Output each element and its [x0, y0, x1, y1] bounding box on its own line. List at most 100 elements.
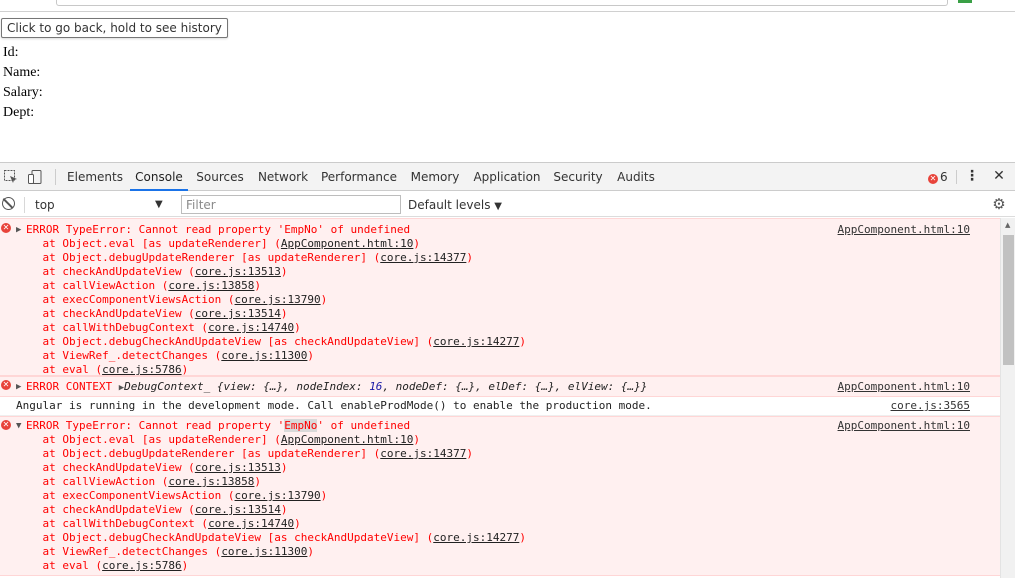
object-body: {view: {…}, nodeIndex: [210, 380, 370, 393]
context-selector[interactable]: top [30, 196, 170, 214]
tabbar-divider-right [956, 170, 957, 184]
tab-memory[interactable]: Memory [406, 163, 464, 191]
stack-frame-link[interactable]: core.js:14377 [380, 447, 466, 460]
stack-frame-text: ) [280, 265, 288, 278]
tab-security[interactable]: Security [551, 163, 605, 191]
stack-frame-link[interactable]: core.js:13514 [195, 503, 281, 516]
stack-frame-link[interactable]: core.js:14740 [208, 321, 294, 334]
filter-input[interactable] [181, 195, 401, 214]
more-options-icon[interactable]: ⋮ [965, 169, 979, 185]
tab-network[interactable]: Network [254, 163, 312, 191]
gear-icon[interactable]: ⚙ [991, 196, 1007, 212]
stack-frame-link[interactable]: core.js:14740 [208, 517, 294, 530]
stack-frame-link[interactable]: core.js:13513 [195, 265, 281, 278]
stack-frame-link[interactable]: core.js:13790 [235, 293, 321, 306]
tabbar-divider [55, 169, 56, 185]
toolbar-divider [24, 197, 25, 213]
extension-icon[interactable] [958, 0, 972, 3]
stack-frame: at checkAndUpdateView (core.js:13513) [0, 265, 1000, 279]
chevron-down-icon[interactable]: ▼ [155, 196, 163, 214]
stack-frame-text: at execComponentViewsAction ( [16, 293, 235, 306]
stack-frame: at callViewAction (core.js:13858) [0, 279, 1000, 293]
error-header-text: ' of undefined [317, 419, 411, 432]
tab-application[interactable]: Application [471, 163, 543, 191]
console-error-message-expanded[interactable]: ✕ ▼ ERROR TypeError: Cannot read propert… [0, 416, 1000, 576]
stack-frame-text: at checkAndUpdateView ( [16, 461, 195, 474]
scrollbar-thumb[interactable] [1003, 235, 1014, 365]
stack-frame: at eval (core.js:5786) [0, 363, 1000, 377]
tab-console[interactable]: Console [130, 163, 188, 191]
stack-frame-link[interactable]: core.js:13858 [168, 475, 254, 488]
stack-frame-text: ) [280, 503, 288, 516]
stack-frame-link[interactable]: core.js:14377 [380, 251, 466, 264]
stack-frame-text: at Object.eval [as updateRenderer] ( [16, 237, 281, 250]
stack-frame-text: at ViewRef_.detectChanges ( [16, 349, 222, 362]
stack-frame-link[interactable]: AppComponent.html:10 [281, 237, 413, 250]
debug-context-object[interactable]: DebugContext_ {view: {…}, nodeIndex: 16,… [124, 380, 647, 393]
expand-triangle-icon[interactable]: ▶ [16, 380, 21, 394]
page-content: Click to go back, hold to see history Id… [0, 0, 1015, 162]
stack-frame: at callWithDebugContext (core.js:14740) [0, 321, 1000, 335]
stack-frame-link[interactable]: core.js:13858 [168, 279, 254, 292]
console-error-message[interactable]: ✕ ▶ ERROR TypeError: Cannot read propert… [0, 218, 1000, 376]
error-source-link[interactable]: AppComponent.html:10 [838, 380, 970, 394]
dept-label: Dept: [3, 105, 35, 120]
inspect-element-icon[interactable] [3, 169, 19, 185]
stack-frame-text: at Object.debugUpdateRenderer [as update… [16, 251, 381, 264]
error-counter[interactable]: ✕ 6 [928, 170, 948, 184]
chevron-down-icon: ▼ [494, 201, 502, 212]
stack-frame-text: ) [413, 237, 420, 250]
tab-sources[interactable]: Sources [192, 163, 248, 191]
stack-frame-text: at checkAndUpdateView ( [16, 503, 195, 516]
stack-frame-text: ) [466, 447, 473, 460]
stack-frame-text: at Object.debugCheckAndUpdateView [as ch… [16, 531, 434, 544]
stack-frame: at Object.eval [as updateRenderer] (AppC… [0, 237, 1000, 251]
stack-frame-link[interactable]: core.js:13790 [235, 489, 321, 502]
clear-console-icon[interactable] [2, 197, 15, 210]
collapse-triangle-icon[interactable]: ▼ [16, 419, 21, 433]
console-scrollbar[interactable]: ▲ [1000, 218, 1015, 578]
stack-frame-link[interactable]: core.js:11300 [221, 545, 307, 558]
info-source-link[interactable]: core.js:3565 [891, 399, 970, 413]
address-bar[interactable] [56, 0, 948, 6]
stack-frame-link[interactable]: core.js:5786 [102, 559, 181, 572]
tab-performance[interactable]: Performance [319, 163, 399, 191]
stack-frame-link[interactable]: core.js:11300 [221, 349, 307, 362]
stack-frame-text: at eval ( [16, 559, 103, 572]
close-devtools-icon[interactable]: ✕ [991, 168, 1007, 184]
stack-frame-text: ) [254, 279, 262, 292]
device-toolbar-icon[interactable] [27, 169, 43, 185]
stack-frame: at ViewRef_.detectChanges (core.js:11300… [0, 545, 1000, 559]
console-error-context[interactable]: ✕ ▶ ERROR CONTEXT ▶DebugContext_ {view: … [0, 376, 1000, 397]
stack-frame: at checkAndUpdateView (core.js:13513) [0, 461, 1000, 475]
error-context-prefix: ERROR CONTEXT [26, 380, 119, 393]
stack-frame-link[interactable]: core.js:14277 [433, 335, 519, 348]
expand-triangle-icon[interactable]: ▶ [16, 223, 21, 237]
stack-frame-text: ) [294, 321, 301, 334]
stack-frame-link[interactable]: core.js:14277 [433, 531, 519, 544]
error-icon: ✕ [1, 380, 11, 390]
stack-frame-link[interactable]: AppComponent.html:10 [281, 433, 413, 446]
stack-frame: at ViewRef_.detectChanges (core.js:11300… [0, 349, 1000, 363]
tab-audits[interactable]: Audits [613, 163, 659, 191]
log-levels-dropdown[interactable]: Default levels ▼ [408, 196, 502, 214]
scroll-up-arrow-icon[interactable]: ▲ [1005, 221, 1010, 229]
stack-frame-text: at Object.debugUpdateRenderer [as update… [16, 447, 381, 460]
stack-frame-text: ) [307, 545, 315, 558]
stack-frame-text: ) [320, 293, 328, 306]
stack-frame: at Object.debugUpdateRenderer [as update… [0, 447, 1000, 461]
console-info-message: Angular is running in the development mo… [0, 397, 1000, 416]
stack-frame-text: at callWithDebugContext ( [16, 321, 209, 334]
stack-frame-text: at eval ( [16, 363, 103, 376]
tab-elements[interactable]: Elements [63, 163, 127, 191]
stack-frame-link[interactable]: core.js:5786 [102, 363, 181, 376]
error-source-link[interactable]: AppComponent.html:10 [838, 223, 970, 237]
stack-frame-link[interactable]: core.js:13514 [195, 307, 281, 320]
stack-frame-link[interactable]: core.js:13513 [195, 461, 281, 474]
stack-frame-text: at checkAndUpdateView ( [16, 307, 195, 320]
error-icon: ✕ [1, 420, 11, 430]
stack-trace: at Object.eval [as updateRenderer] (AppC… [0, 433, 1000, 573]
stack-frame-text: ) [466, 251, 473, 264]
error-source-link[interactable]: AppComponent.html:10 [838, 419, 970, 433]
stack-frame: at Object.debugCheckAndUpdateView [as ch… [0, 335, 1000, 349]
